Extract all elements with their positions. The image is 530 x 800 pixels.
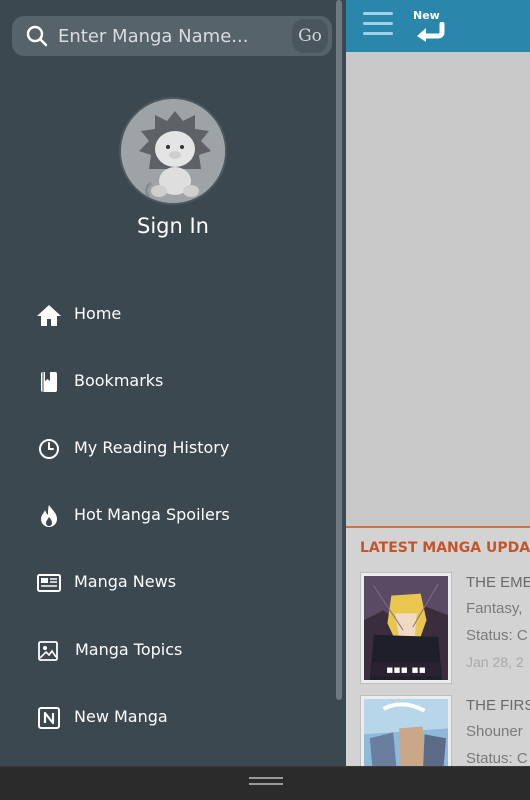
clock-icon <box>39 439 59 459</box>
menu-item-label: My Reading History <box>74 438 230 457</box>
menu-item-label: Bookmarks <box>74 371 164 390</box>
manga-status: Status: C <box>466 627 528 644</box>
hamburger-menu-icon[interactable] <box>363 12 393 36</box>
menu-item-label: New Manga <box>74 707 168 726</box>
navigation-drawer: Go Sign In Home Bookmarks <box>0 0 346 766</box>
menu-item-label: Manga News <box>74 572 177 591</box>
manga-title[interactable]: THE FIRS <box>466 697 530 714</box>
menu-item-home[interactable]: Home <box>36 296 316 332</box>
latest-updates-title: LATEST MANGA UPDA <box>360 540 530 556</box>
menu-item-bookmarks[interactable]: Bookmarks <box>36 363 316 399</box>
bookmark-icon <box>41 372 57 392</box>
bottom-bar <box>0 766 530 800</box>
manga-cover[interactable]: ▪▪▪ ▪▪ <box>360 572 452 684</box>
manga-status: Status: C <box>466 750 528 766</box>
menu-item-new-manga[interactable]: New Manga <box>36 699 316 735</box>
new-updates-button[interactable]: New <box>412 8 446 44</box>
newspaper-icon <box>37 574 61 592</box>
manga-entry[interactable]: ▪▪▪ ▪▪ THE EME Fantasy, Status: C Jan 28… <box>360 572 530 684</box>
go-button[interactable]: Go <box>292 19 328 53</box>
search-bar: Go <box>12 16 332 56</box>
menu-item-reading-history[interactable]: My Reading History <box>36 430 316 466</box>
menu-item-label: Manga Topics <box>75 640 183 659</box>
top-app-bar: New <box>346 0 530 52</box>
content-overlay <box>346 52 530 526</box>
manga-genre: Shouner <box>466 723 523 740</box>
avatar[interactable] <box>119 97 227 205</box>
manga-title[interactable]: THE EME <box>466 574 530 591</box>
sign-in-link[interactable]: Sign In <box>0 214 346 238</box>
manga-date: Jan 28, 2 <box>466 654 524 670</box>
menu-item-hot-spoilers[interactable]: Hot Manga Spoilers <box>36 497 316 533</box>
menu-item-label: Hot Manga Spoilers <box>74 505 230 524</box>
home-icon <box>37 305 61 326</box>
fire-icon <box>41 505 57 527</box>
svg-text:▪▪▪ ▪▪: ▪▪▪ ▪▪ <box>386 663 426 676</box>
main-content: New LATEST MANGA UPDA ▪▪▪ ▪▪ THE EME Fan… <box>346 0 530 766</box>
manga-genre: Fantasy, <box>466 600 523 617</box>
return-arrow-icon <box>417 22 445 42</box>
manga-cover[interactable] <box>360 695 452 766</box>
drawer-scrollbar[interactable] <box>336 0 342 700</box>
drag-handle-icon[interactable] <box>249 777 283 787</box>
latest-updates-section: LATEST MANGA UPDA ▪▪▪ ▪▪ THE EME Fantasy… <box>346 526 530 766</box>
user-avatar-icon <box>121 99 225 203</box>
menu-item-label: Home <box>74 304 122 323</box>
new-label: New <box>413 9 440 22</box>
image-icon <box>38 641 58 661</box>
menu-item-manga-news[interactable]: Manga News <box>36 564 316 600</box>
menu-item-manga-topics[interactable]: Manga Topics <box>36 632 316 668</box>
manga-entry[interactable]: THE FIRS Shouner Status: C <box>360 695 530 766</box>
search-input[interactable] <box>58 22 288 50</box>
new-badge-icon <box>38 707 60 729</box>
search-icon <box>26 25 48 47</box>
